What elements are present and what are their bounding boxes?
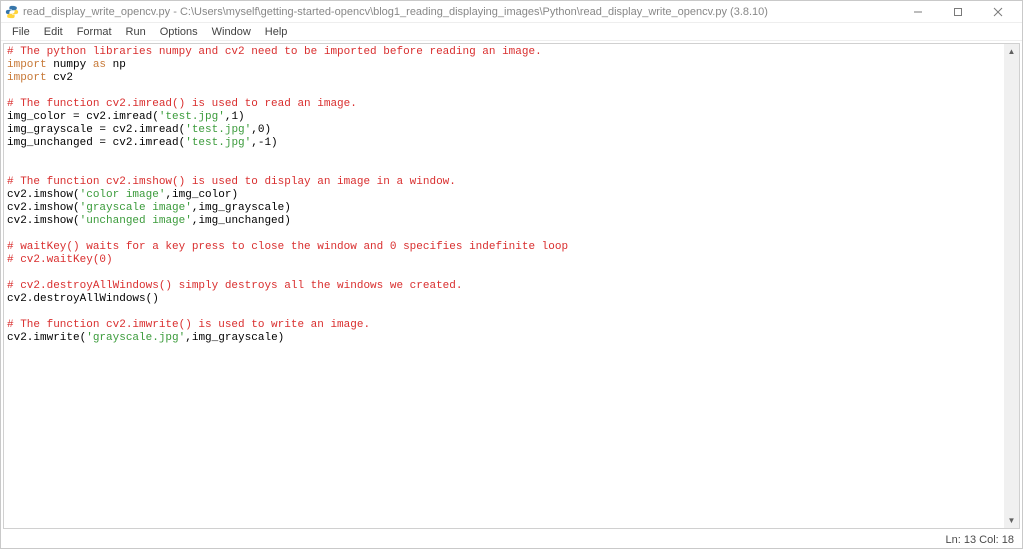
code-text: img_unchanged = cv2.imread(: [7, 137, 185, 149]
code-comment: # cv2.waitKey(0): [7, 254, 113, 266]
maximize-button[interactable]: [938, 1, 978, 23]
code-string: 'test.jpg': [185, 137, 251, 149]
code-keyword: import: [7, 59, 47, 71]
code-text: np: [106, 59, 126, 71]
code-text: numpy: [47, 59, 93, 71]
window-title: read_display_write_opencv.py - C:\Users\…: [23, 6, 768, 18]
idle-window: read_display_write_opencv.py - C:\Users\…: [0, 0, 1023, 549]
code-text: img_grayscale = cv2.imread(: [7, 124, 185, 136]
code-editor[interactable]: # The python libraries numpy and cv2 nee…: [4, 44, 1004, 528]
code-text: ,img_color): [165, 189, 238, 201]
menu-run[interactable]: Run: [119, 25, 153, 39]
code-string: 'test.jpg': [185, 124, 251, 136]
code-text: ,-1): [251, 137, 277, 149]
code-string: 'grayscale image': [80, 202, 192, 214]
code-text: cv2.imshow(: [7, 202, 80, 214]
menu-window[interactable]: Window: [205, 25, 258, 39]
menu-format[interactable]: Format: [70, 25, 119, 39]
menu-options[interactable]: Options: [153, 25, 205, 39]
menu-edit[interactable]: Edit: [37, 25, 70, 39]
menu-help[interactable]: Help: [258, 25, 295, 39]
code-comment: # The function cv2.imread() is used to r…: [7, 98, 357, 110]
close-button[interactable]: [978, 1, 1018, 23]
code-comment: # waitKey() waits for a key press to clo…: [7, 241, 568, 253]
titlebar[interactable]: read_display_write_opencv.py - C:\Users\…: [1, 1, 1022, 23]
code-text: cv2.destroyAllWindows(): [7, 293, 159, 305]
code-text: ,1): [225, 111, 245, 123]
code-text: ,img_unchanged): [192, 215, 291, 227]
scroll-up-icon[interactable]: ▲: [1004, 44, 1019, 59]
code-text: cv2.imshow(: [7, 215, 80, 227]
editor-area: # The python libraries numpy and cv2 nee…: [3, 43, 1020, 529]
code-text: img_color = cv2.imread(: [7, 111, 159, 123]
window-controls: [898, 1, 1018, 23]
cursor-position: Ln: 13 Col: 18: [946, 534, 1015, 546]
code-keyword: import: [7, 72, 47, 84]
code-string: 'color image': [80, 189, 166, 201]
minimize-button[interactable]: [898, 1, 938, 23]
code-string: 'unchanged image': [80, 215, 192, 227]
python-idle-icon: [5, 5, 19, 19]
code-comment: # The python libraries numpy and cv2 nee…: [7, 46, 542, 58]
code-comment: # The function cv2.imwrite() is used to …: [7, 319, 370, 331]
code-comment: # The function cv2.imshow() is used to d…: [7, 176, 456, 188]
code-text: ,img_grayscale): [192, 202, 291, 214]
code-text: cv2.imwrite(: [7, 332, 86, 344]
code-string: 'grayscale.jpg': [86, 332, 185, 344]
scroll-down-icon[interactable]: ▼: [1004, 513, 1019, 528]
code-comment: # cv2.destroyAllWindows() simply destroy…: [7, 280, 462, 292]
code-text: cv2: [47, 72, 73, 84]
scroll-track[interactable]: [1004, 59, 1019, 513]
vertical-scrollbar[interactable]: ▲ ▼: [1004, 44, 1019, 528]
code-text: ,0): [251, 124, 271, 136]
code-text: ,img_grayscale): [185, 332, 284, 344]
statusbar: Ln: 13 Col: 18: [1, 531, 1022, 548]
code-text: cv2.imshow(: [7, 189, 80, 201]
menubar: File Edit Format Run Options Window Help: [1, 23, 1022, 41]
code-string: 'test.jpg': [159, 111, 225, 123]
code-keyword: as: [93, 59, 106, 71]
menu-file[interactable]: File: [5, 25, 37, 39]
